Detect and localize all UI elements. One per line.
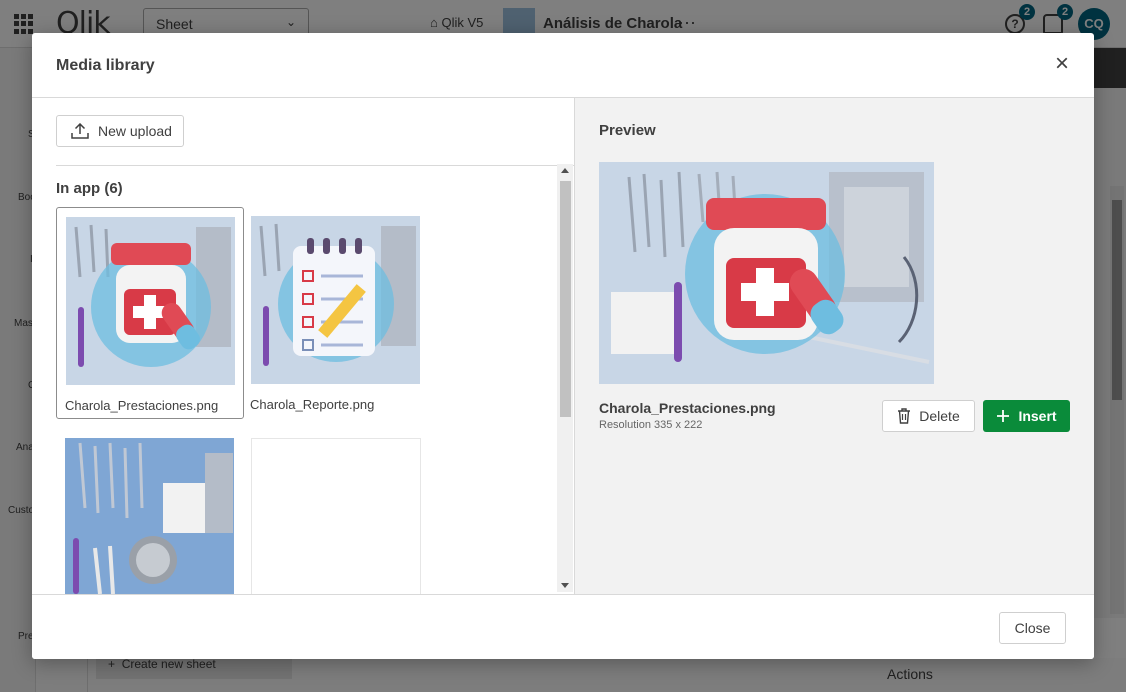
preview-file-name: Charola_Prestaciones.png (599, 400, 776, 416)
upload-icon (71, 123, 89, 139)
media-item[interactable]: Charola_Reporte.png (242, 207, 430, 419)
insert-button[interactable]: Insert (983, 400, 1070, 432)
library-pane: New upload In app (6) Charola_Prestacion… (32, 98, 575, 598)
media-item[interactable] (56, 429, 244, 594)
media-item[interactable]: Charola_Prestaciones.png (56, 207, 244, 419)
divider (56, 165, 575, 166)
trash-icon (898, 408, 911, 424)
dialog-header: Media library × (32, 33, 1094, 98)
media-name: Charola_Prestaciones.png (65, 398, 219, 413)
library-scrollbar[interactable] (557, 164, 573, 592)
preview-resolution: Resolution 335 x 222 (599, 419, 703, 431)
media-library-dialog: Media library × New upload In app (6) Ch… (32, 33, 1094, 659)
plus-icon (997, 410, 1010, 422)
close-button[interactable]: Close (999, 612, 1066, 644)
media-thumbnail (66, 217, 235, 385)
dialog-title: Media library (56, 57, 155, 74)
media-item-placeholder (251, 438, 421, 598)
delete-button[interactable]: Delete (882, 400, 975, 432)
scroll-up-icon[interactable] (561, 168, 569, 173)
media-thumbnail (251, 216, 420, 384)
new-upload-label: New upload (98, 123, 172, 139)
preview-image (599, 162, 934, 384)
scroll-down-icon[interactable] (561, 583, 569, 588)
preview-heading: Preview (599, 122, 656, 139)
dialog-footer: Close (32, 594, 1094, 659)
delete-label: Delete (919, 408, 960, 424)
insert-label: Insert (1018, 408, 1057, 424)
close-icon[interactable]: × (1050, 52, 1074, 77)
new-upload-button[interactable]: New upload (56, 115, 184, 147)
preview-pane: Preview Charola_Prestaciones.png Resolut… (575, 98, 1094, 594)
scroll-thumb[interactable] (560, 181, 571, 417)
section-title: In app (6) (56, 180, 123, 197)
media-name: Charola_Reporte.png (250, 397, 375, 412)
media-thumbnail (65, 438, 234, 594)
